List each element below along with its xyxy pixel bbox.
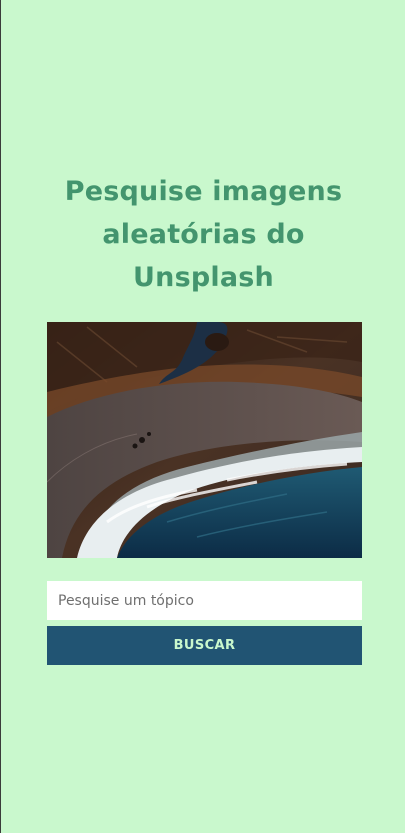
page-title-line-1: Pesquise imagens [64,176,343,207]
page-title: Pesquise imagens aleatórias do Unsplash [1,170,405,299]
search-button[interactable]: BUSCAR [47,626,362,665]
page-title-line-2: aleatórias do [102,219,305,250]
random-unsplash-image [47,322,362,558]
page-title-line-3: Unsplash [133,262,274,293]
search-topic-input[interactable] [47,581,362,620]
